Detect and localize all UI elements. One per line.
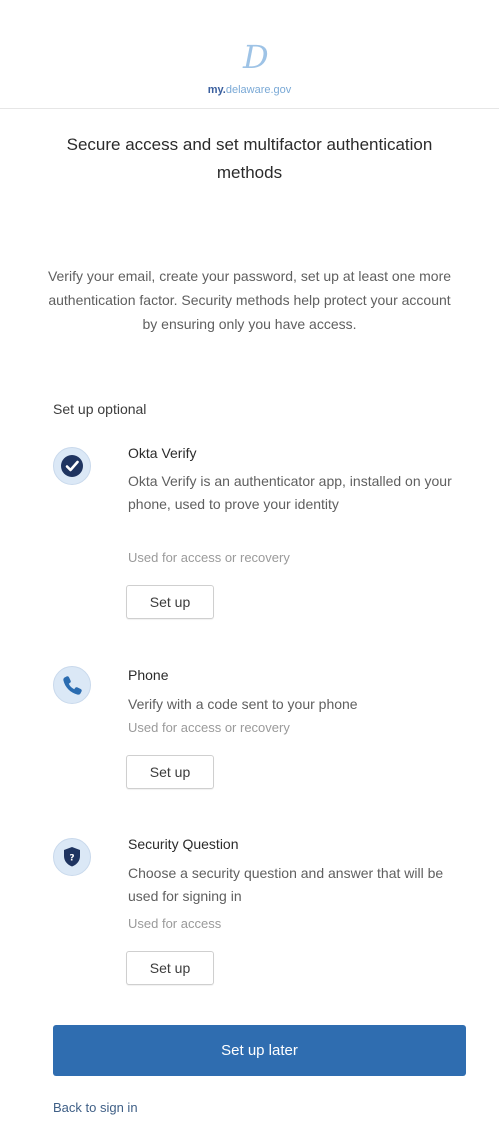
back-to-sign-in-link[interactable]: Back to sign in xyxy=(53,1100,138,1115)
header: D my.delaware.gov xyxy=(0,0,499,109)
svg-text:?: ? xyxy=(69,854,74,864)
delaware-logo-icon: D xyxy=(243,38,269,76)
method-usage: Used for access or recovery xyxy=(128,720,290,735)
method-security-question: ? Security Question Choose a security qu… xyxy=(0,836,499,996)
section-label: Set up optional xyxy=(53,401,147,417)
method-usage: Used for access or recovery xyxy=(128,550,290,565)
phone-setup-button[interactable]: Set up xyxy=(126,755,214,789)
method-phone: Phone Verify with a code sent to your ph… xyxy=(0,666,499,797)
method-title: Phone xyxy=(128,667,169,683)
method-description: Choose a security question and answer th… xyxy=(128,865,444,904)
method-title: Security Question xyxy=(128,836,239,852)
logo-domain: delaware.gov xyxy=(225,84,292,96)
method-title: Okta Verify xyxy=(128,445,197,461)
logo-text: my.delaware.gov xyxy=(0,84,499,96)
phone-icon xyxy=(53,666,91,704)
method-usage: Used for access xyxy=(128,916,222,931)
method-description: Verify with a code sent to your phone xyxy=(128,696,358,712)
set-up-later-button[interactable]: Set up later xyxy=(53,1025,466,1076)
okta-verify-setup-button[interactable]: Set up xyxy=(126,585,214,619)
okta-verify-icon xyxy=(53,447,91,485)
security-question-setup-button[interactable]: Set up xyxy=(126,951,214,985)
method-description: Okta Verify is an authenticator app, ins… xyxy=(128,473,452,512)
method-okta-verify: Okta Verify Okta Verify is an authentica… xyxy=(0,445,499,625)
intro-text: Verify your email, create your password,… xyxy=(47,268,452,332)
logo-prefix: my. xyxy=(207,84,226,96)
security-question-icon: ? xyxy=(53,838,91,876)
page-title: Secure access and set multifactor authen… xyxy=(66,135,433,182)
